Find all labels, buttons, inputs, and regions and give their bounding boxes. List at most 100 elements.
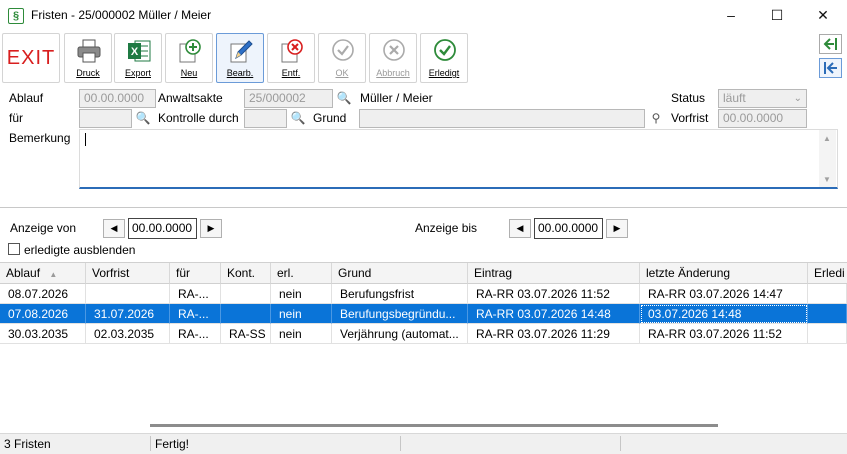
von-next-button[interactable]: ▶: [200, 219, 222, 238]
anzeige-von-label: Anzeige von: [10, 221, 77, 235]
grund-field[interactable]: [359, 109, 645, 128]
column-header-ablauf[interactable]: Ablauf ▲: [0, 263, 86, 284]
cell-erl: nein: [271, 284, 332, 304]
ablauf-field[interactable]: 00.00.0000: [79, 89, 156, 108]
column-header-grund[interactable]: Grund: [332, 263, 468, 284]
status-divider: [620, 436, 621, 451]
toolbar: EXIT Druck X Export Neu Bearb. Entf. OK …: [0, 31, 847, 84]
cell-grund: Berufungsfrist: [332, 284, 468, 304]
column-header-eintrag[interactable]: Eintrag: [468, 263, 640, 284]
triangle-right-icon: ▶: [207, 223, 215, 233]
separator: [0, 207, 847, 208]
done-label: Erledigt: [428, 68, 460, 78]
scroll-up-icon[interactable]: ▲: [823, 134, 831, 143]
anwaltsakte-field[interactable]: 25/000002: [244, 89, 333, 108]
minimize-button[interactable]: –: [708, 0, 754, 31]
hide-done-checkbox[interactable]: [8, 243, 20, 255]
kontrolle-search-icon[interactable]: 🔍: [288, 109, 308, 128]
fuer-search-icon[interactable]: 🔍: [133, 109, 153, 128]
vorfrist-field[interactable]: 00.00.0000: [718, 109, 807, 128]
maximize-button[interactable]: ☐: [754, 0, 800, 31]
bemerkung-label: Bemerkung: [9, 131, 71, 145]
table-row-selected[interactable]: 07.08.2026 31.07.2026 RA-... nein Berufu…: [0, 304, 847, 324]
fuer-field[interactable]: [79, 109, 132, 128]
export-label: Export: [124, 68, 151, 78]
app-icon: §: [8, 8, 24, 24]
kontrolle-field[interactable]: [244, 109, 287, 128]
print-button[interactable]: Druck: [64, 33, 112, 83]
cell-erl: nein: [271, 324, 332, 344]
cancel-button[interactable]: Abbruch: [369, 33, 417, 83]
bis-prev-button[interactable]: ◀: [509, 219, 531, 238]
triangle-left-icon: ◀: [516, 223, 524, 233]
cell-fuer: RA-...: [170, 324, 221, 344]
done-icon: [434, 39, 456, 61]
bemerkung-textarea[interactable]: [79, 129, 838, 189]
anwaltsakte-label: Anwaltsakte: [158, 91, 223, 105]
column-header-erledigt[interactable]: Erledi: [808, 263, 847, 284]
delete-icon: [281, 39, 303, 63]
hide-done-label: erledigte ausblenden: [24, 243, 136, 257]
horizontal-scrollbar[interactable]: [150, 424, 718, 427]
scroll-down-icon[interactable]: ▼: [823, 175, 831, 184]
checkmark-icon: [332, 39, 354, 61]
exit-button[interactable]: EXIT: [2, 33, 60, 83]
done-button[interactable]: Erledigt: [420, 33, 468, 83]
column-header-vorfrist[interactable]: Vorfrist: [86, 263, 170, 284]
delete-button[interactable]: Entf.: [267, 33, 315, 83]
status-divider: [150, 436, 151, 451]
column-header-label: Ablauf: [6, 266, 41, 280]
column-header-kont[interactable]: Kont.: [221, 263, 271, 284]
sort-ascending-icon: ▲: [49, 270, 58, 279]
bemerkung-scrollbar[interactable]: ▲ ▼: [819, 130, 836, 187]
table-row[interactable]: 30.03.2035 02.03.2035 RA-... RA-SS nein …: [0, 324, 847, 344]
status-label: Status: [671, 91, 706, 105]
new-button[interactable]: Neu: [165, 33, 213, 83]
cell-grund: Verjährung (automat...: [332, 324, 468, 344]
cell-fuer: RA-...: [170, 304, 221, 324]
column-header-erl[interactable]: erl.: [271, 263, 332, 284]
cell-kont: [221, 304, 271, 324]
printer-icon: [77, 39, 101, 63]
edit-pencil-icon: [230, 40, 253, 63]
close-button[interactable]: ✕: [800, 0, 846, 31]
new-label: Neu: [180, 68, 198, 78]
title-bar: § Fristen - 25/000002 Müller / Meier – ☐…: [0, 0, 847, 31]
akte-name: Müller / Meier: [360, 91, 433, 105]
edit-button[interactable]: Bearb.: [216, 33, 264, 83]
cell-erl: nein: [271, 304, 332, 324]
nav-back-button[interactable]: [819, 58, 842, 78]
excel-icon: X: [128, 40, 151, 62]
text-caret: [85, 133, 86, 146]
status-divider: [400, 436, 401, 451]
cell-fuer: RA-...: [170, 284, 221, 304]
cell-erledigt: [808, 304, 847, 324]
anzeige-bis-input[interactable]: 00.00.0000: [534, 218, 603, 239]
deadlines-table: Ablauf ▲ Vorfrist für Kont. erl. Grund E…: [0, 262, 847, 417]
cell-eintrag: RA-RR 03.07.2026 11:52: [468, 284, 640, 304]
cell-vorfrist: 02.03.2035: [86, 324, 170, 344]
status-select[interactable]: läuft ⌄: [718, 89, 807, 108]
anzeige-von-input[interactable]: 00.00.0000: [128, 218, 197, 239]
kontrolle-label: Kontrolle durch: [158, 111, 239, 125]
cell-ablauf: 07.08.2026: [0, 304, 86, 324]
column-header-fuer[interactable]: für: [170, 263, 221, 284]
anwaltsakte-search-icon[interactable]: 🔍: [334, 89, 354, 108]
von-prev-button[interactable]: ◀: [103, 219, 125, 238]
column-header-letzte-aenderung[interactable]: letzte Änderung: [640, 263, 808, 284]
svg-text:X: X: [131, 46, 139, 58]
cell-kont: [221, 284, 271, 304]
chevron-down-icon: ⌄: [793, 93, 802, 104]
cell-letzte-aenderung: 03.07.2026 14:48: [640, 304, 808, 324]
arrow-left-blue-icon: [824, 62, 837, 74]
cell-vorfrist: 31.07.2026: [86, 304, 170, 324]
grund-lookup-icon[interactable]: ⚲: [646, 109, 666, 128]
bis-next-button[interactable]: ▶: [606, 219, 628, 238]
nav-forward-button[interactable]: [819, 34, 842, 54]
ok-button[interactable]: OK: [318, 33, 366, 83]
cell-grund: Berufungsbegründu...: [332, 304, 468, 324]
cell-ablauf: 08.07.2026: [0, 284, 86, 304]
status-value: läuft: [723, 91, 746, 105]
export-button[interactable]: X Export: [114, 33, 162, 83]
table-row[interactable]: 08.07.2026 RA-... nein Berufungsfrist RA…: [0, 284, 847, 304]
